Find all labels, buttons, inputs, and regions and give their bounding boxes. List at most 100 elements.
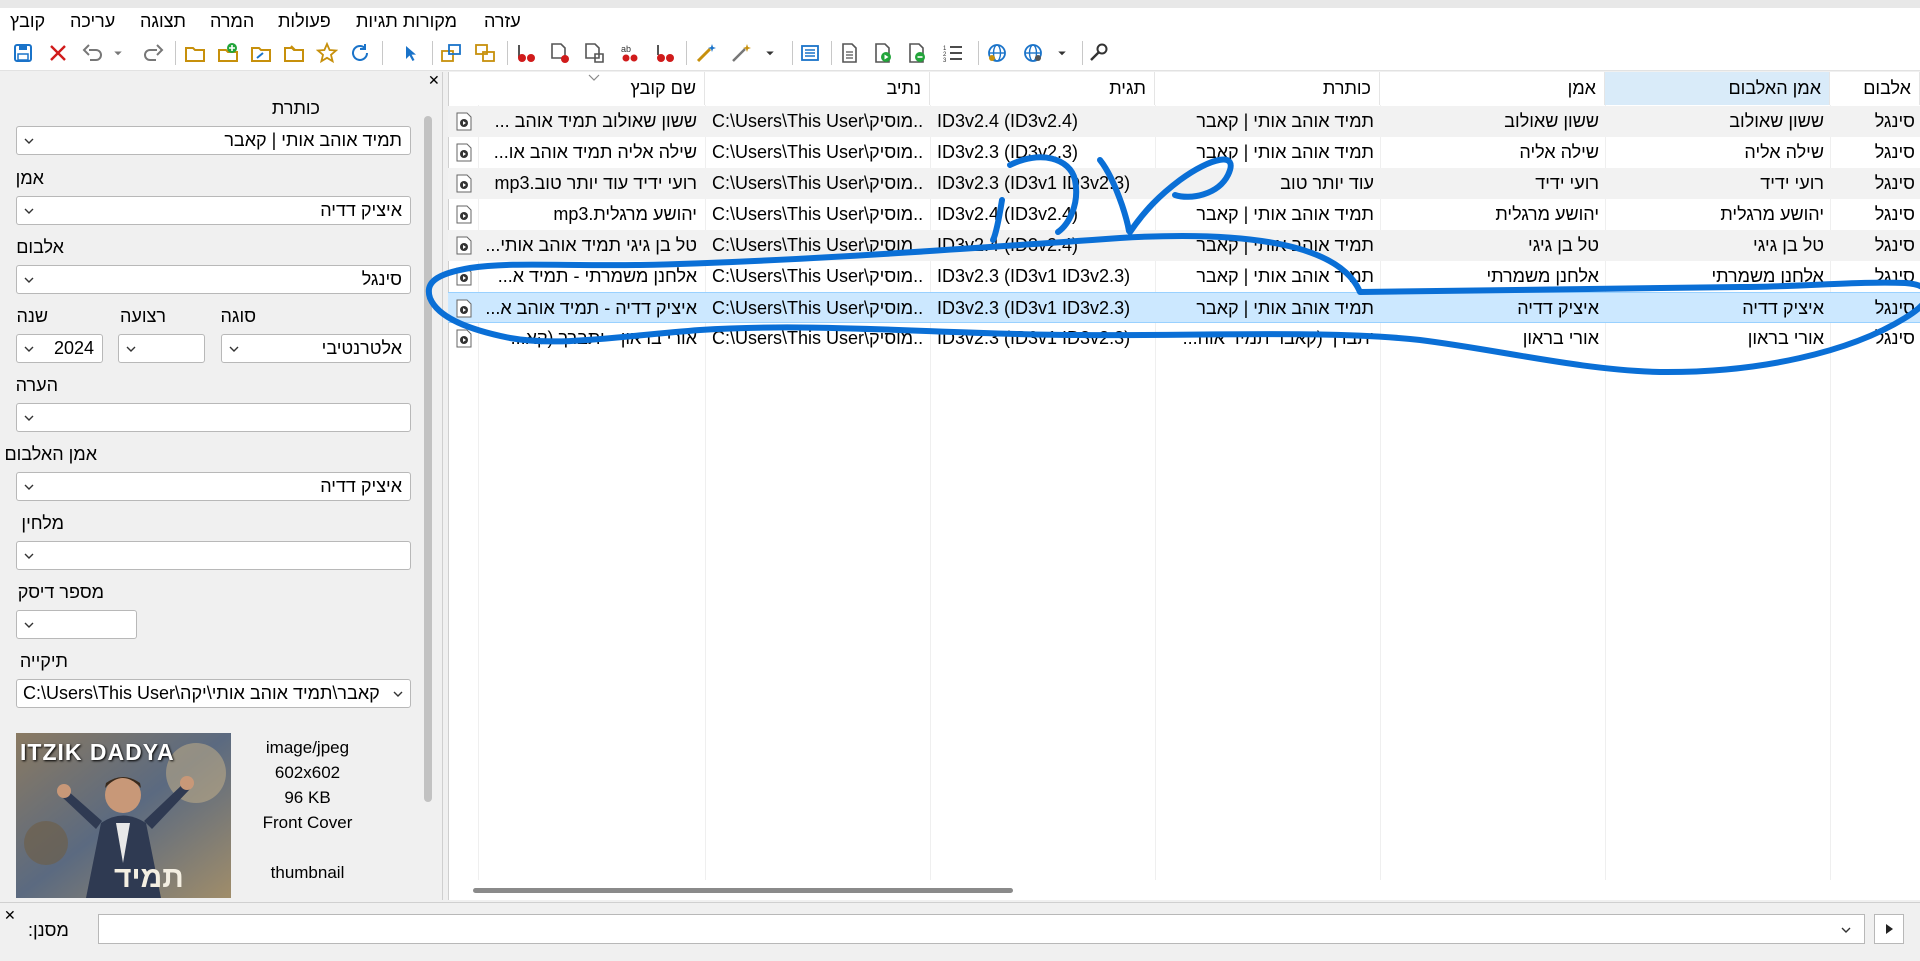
- add-folder-icon[interactable]: [215, 40, 241, 66]
- menu-view[interactable]: תצוגה: [140, 11, 186, 32]
- cover-art[interactable]: ITZIK DADYA תמיד: [16, 733, 231, 898]
- cell-artist: רועי ידיד: [1535, 173, 1599, 193]
- chevron-down-icon[interactable]: [23, 343, 35, 355]
- tag-from-file-icon[interactable]: [547, 40, 573, 66]
- table-row[interactable]: אלחנן משמרתי - תמיד א... C:\Users\This Us…: [448, 261, 1920, 292]
- column-header-tag[interactable]: תגית: [930, 72, 1155, 105]
- cell-tag: ID3v2.3 (ID3v1 ID3v2.3): [937, 328, 1131, 348]
- undo-icon[interactable]: [80, 40, 106, 66]
- image-description: thumbnail: [270, 863, 345, 882]
- menu-file[interactable]: קובץ: [10, 11, 45, 32]
- save-icon[interactable]: [10, 40, 36, 66]
- play-icon[interactable]: [870, 40, 896, 66]
- table-row[interactable]: אורי בראון - יתברך (קא... C:\Users\This U…: [448, 323, 1920, 354]
- table-row[interactable]: שילה אליה תמיד אוהב או... C:\Users\This U…: [448, 137, 1920, 168]
- table-row[interactable]: איציק דדיה - תמיד אוהב א... C:\Users\This…: [448, 292, 1920, 323]
- web-source-icon[interactable]: [984, 40, 1010, 66]
- column-header-title[interactable]: כותרת: [1155, 72, 1380, 105]
- options-wrench-icon[interactable]: [1085, 40, 1111, 66]
- numbered-list-icon[interactable]: 123: [940, 40, 966, 66]
- title-field[interactable]: תמיד אוהב אותי | קאבר: [16, 126, 411, 155]
- audio-file-icon: [456, 112, 472, 131]
- auto-numbering-wizard-icon[interactable]: [693, 40, 719, 66]
- chevron-down-icon[interactable]: [23, 550, 35, 562]
- table-row[interactable]: רועי ידיד עוד יותר טוב.mp3 C:\Users\This …: [448, 168, 1920, 199]
- audio-file-icon: [456, 299, 472, 318]
- menu-tag-sources[interactable]: מקורות תגיות: [356, 11, 457, 32]
- year-field[interactable]: 2024: [16, 334, 103, 363]
- artist-field[interactable]: איציק דדיה: [16, 196, 411, 225]
- menu-actions[interactable]: פעולות: [278, 11, 331, 32]
- filename-to-tag-icon[interactable]: [472, 40, 498, 66]
- cell-tag: ID3v2.3 (ID3v1 ID3v2.3): [937, 298, 1131, 318]
- directory-field[interactable]: C:\Users\This User\קאבר\תמיד אוהב אותי\י…: [16, 679, 411, 708]
- cell-tag: ID3v2.3 (ID3v1 ID3v2.3): [937, 266, 1131, 286]
- chevron-down-icon[interactable]: [23, 481, 35, 493]
- chevron-down-icon[interactable]: [23, 205, 35, 217]
- comment-label: הערה: [15, 375, 58, 395]
- actions-dropdown-icon[interactable]: [762, 40, 778, 66]
- redo-icon[interactable]: [140, 40, 166, 66]
- menu-edit[interactable]: עריכה: [70, 11, 115, 32]
- track-label: רצועה: [120, 306, 166, 326]
- remove-fields-icon[interactable]: [652, 40, 678, 66]
- tag-to-file-icon[interactable]: [581, 40, 607, 66]
- cell-path: C:\Users\This User\מוסיק...: [712, 173, 924, 193]
- disc-number-field[interactable]: [16, 610, 137, 639]
- browse-folder-icon[interactable]: [248, 40, 274, 66]
- table-row[interactable]: יהושע מרגלית.mp3 C:\Users\This User\מוסיק…: [448, 199, 1920, 230]
- chevron-down-icon[interactable]: [392, 688, 404, 700]
- column-header-path[interactable]: נתיב: [705, 72, 930, 105]
- artist-label: אמן: [15, 168, 44, 188]
- export-icon[interactable]: [797, 40, 823, 66]
- menu-help[interactable]: עזרה: [484, 11, 521, 32]
- table-row[interactable]: ששון שאולוב תמיד אוהב ... C:\Users\This U…: [448, 106, 1920, 137]
- year-label: שנה: [16, 306, 48, 326]
- cell-tag: ID3v2.4 (ID3v2.4): [937, 111, 1079, 131]
- web-dropdown-icon[interactable]: [1054, 40, 1070, 66]
- refresh-icon[interactable]: [347, 40, 373, 66]
- favorite-star-icon[interactable]: [314, 40, 340, 66]
- chevron-down-icon[interactable]: [23, 619, 35, 631]
- open-folder-alt-icon[interactable]: [281, 40, 307, 66]
- menu-convert[interactable]: המרה: [210, 11, 254, 32]
- composer-field[interactable]: [16, 541, 411, 570]
- panel-scrollbar[interactable]: [424, 116, 432, 802]
- directory-label: תיקייה: [19, 651, 68, 671]
- action-wizard-icon[interactable]: [728, 40, 754, 66]
- chevron-down-icon[interactable]: [23, 412, 35, 424]
- filter-input[interactable]: [98, 914, 1865, 944]
- track-field[interactable]: [118, 334, 205, 363]
- album-field[interactable]: סינגל: [16, 265, 411, 294]
- panel-close-icon[interactable]: ✕: [428, 72, 440, 89]
- genre-field[interactable]: אלטרנטיבי: [221, 334, 411, 363]
- list-horizontal-scrollbar[interactable]: [473, 888, 1013, 893]
- tag-to-filename-icon[interactable]: [438, 40, 464, 66]
- chevron-down-icon[interactable]: [23, 135, 35, 147]
- column-header-album-artist[interactable]: אמן האלבום: [1605, 72, 1830, 105]
- filter-close-icon[interactable]: ✕: [4, 907, 16, 924]
- play-list-icon[interactable]: [904, 40, 930, 66]
- web-source-alt-icon[interactable]: [1020, 40, 1046, 66]
- chevron-down-icon[interactable]: [228, 343, 240, 355]
- remove-tag-icon[interactable]: [513, 40, 539, 66]
- open-folder-icon[interactable]: [182, 40, 208, 66]
- close-icon[interactable]: [45, 40, 71, 66]
- select-icon[interactable]: [398, 40, 424, 66]
- playlist-icon[interactable]: [837, 40, 863, 66]
- column-header-artist[interactable]: אמן: [1380, 72, 1605, 105]
- cover-artist-text: ITZIK DADYA: [20, 739, 175, 765]
- case-conversion-icon[interactable]: ab: [617, 40, 643, 66]
- chevron-down-icon[interactable]: [23, 274, 35, 286]
- apply-filter-button[interactable]: [1874, 914, 1904, 944]
- comment-field[interactable]: [16, 403, 411, 432]
- table-row[interactable]: טל בן גיגי תמיד אוהב אותי... C:\Users\Thi…: [448, 230, 1920, 261]
- chevron-down-icon[interactable]: [1840, 924, 1852, 936]
- cell-filename: רועי ידיד עוד יותר טוב.mp3: [494, 173, 698, 193]
- column-header-filename[interactable]: שם קובץ: [478, 72, 705, 105]
- undo-dropdown-icon[interactable]: [110, 40, 126, 66]
- column-header-album[interactable]: אלבום: [1830, 72, 1920, 105]
- chevron-down-icon[interactable]: [125, 343, 137, 355]
- image-info: image/jpeg 602x602 96 KB Front Cover thu…: [240, 735, 375, 885]
- album-artist-field[interactable]: איציק דדיה: [16, 472, 411, 501]
